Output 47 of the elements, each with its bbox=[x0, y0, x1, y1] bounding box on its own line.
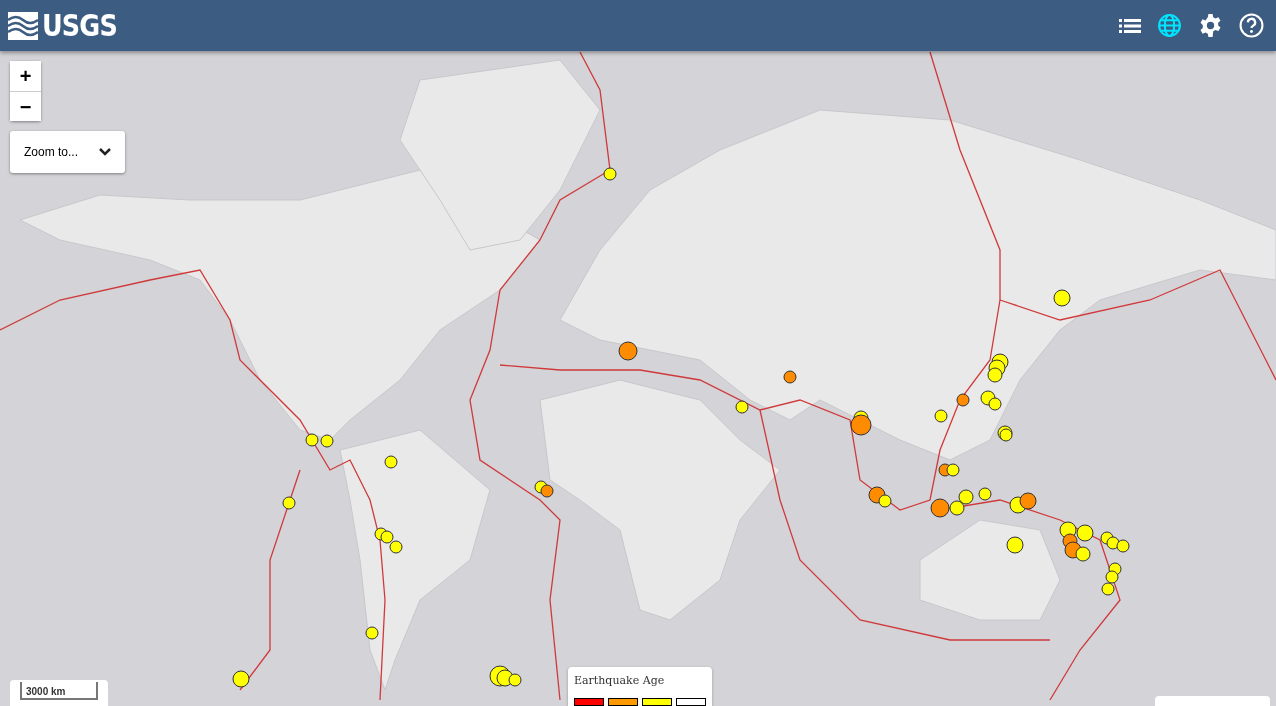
wave-logo-icon bbox=[8, 11, 38, 40]
earthquake-marker[interactable] bbox=[1019, 492, 1037, 510]
earthquake-marker[interactable] bbox=[618, 341, 638, 361]
earthquake-marker[interactable] bbox=[1101, 582, 1115, 596]
earthquake-marker[interactable] bbox=[850, 414, 872, 436]
earthquake-marker[interactable] bbox=[958, 489, 974, 505]
earthquake-marker[interactable] bbox=[930, 498, 950, 518]
earthquake-marker[interactable] bbox=[878, 494, 892, 508]
earthquake-marker[interactable] bbox=[389, 540, 403, 554]
earthquake-marker[interactable] bbox=[365, 626, 379, 640]
earthquake-marker[interactable] bbox=[232, 670, 250, 688]
earthquake-marker[interactable] bbox=[783, 370, 797, 384]
usgs-logo[interactable]: USGS bbox=[42, 10, 117, 41]
earthquake-marker[interactable] bbox=[949, 500, 965, 516]
earthquake-marker[interactable] bbox=[282, 496, 296, 510]
earthquake-marker[interactable] bbox=[988, 397, 1002, 411]
earthquake-marker[interactable] bbox=[1006, 536, 1024, 554]
list-icon[interactable] bbox=[1119, 17, 1141, 34]
earthquake-marker[interactable] bbox=[1105, 570, 1119, 584]
zoom-to-dropdown[interactable]: Zoom to... bbox=[10, 131, 125, 173]
earthquake-marker[interactable] bbox=[934, 409, 948, 423]
legend-title: Earthquake Age bbox=[574, 673, 666, 689]
earthquake-marker[interactable] bbox=[946, 463, 960, 477]
scale-bar: 3000 km bbox=[20, 682, 98, 700]
earthquake-marker[interactable] bbox=[1106, 536, 1120, 550]
settings-icon[interactable] bbox=[1198, 13, 1223, 38]
earthquake-marker[interactable] bbox=[1053, 289, 1071, 307]
earthquake-marker[interactable] bbox=[735, 400, 749, 414]
earthquake-marker[interactable] bbox=[384, 455, 398, 469]
zoom-out-button[interactable]: − bbox=[10, 91, 41, 121]
earthquake-marker[interactable] bbox=[1075, 546, 1091, 562]
help-icon[interactable] bbox=[1239, 13, 1264, 38]
earthquake-marker[interactable] bbox=[508, 673, 522, 687]
earthquake-marker[interactable] bbox=[540, 484, 554, 498]
earthquake-marker[interactable] bbox=[978, 487, 992, 501]
earthquake-marker[interactable] bbox=[987, 367, 1003, 383]
earthquake-marker[interactable] bbox=[380, 530, 394, 544]
earthquake-marker[interactable] bbox=[320, 434, 334, 448]
earthquake-marker[interactable] bbox=[1116, 539, 1130, 553]
earthquake-marker[interactable] bbox=[999, 428, 1013, 442]
earthquake-marker[interactable] bbox=[305, 433, 319, 447]
earthquake-marker[interactable] bbox=[1076, 524, 1094, 542]
chevron-down-icon bbox=[99, 148, 111, 156]
earthquake-marker[interactable] bbox=[603, 167, 617, 181]
globe-icon[interactable] bbox=[1157, 13, 1182, 38]
zoom-in-button[interactable]: + bbox=[10, 61, 41, 91]
earthquake-marker[interactable] bbox=[956, 393, 970, 407]
